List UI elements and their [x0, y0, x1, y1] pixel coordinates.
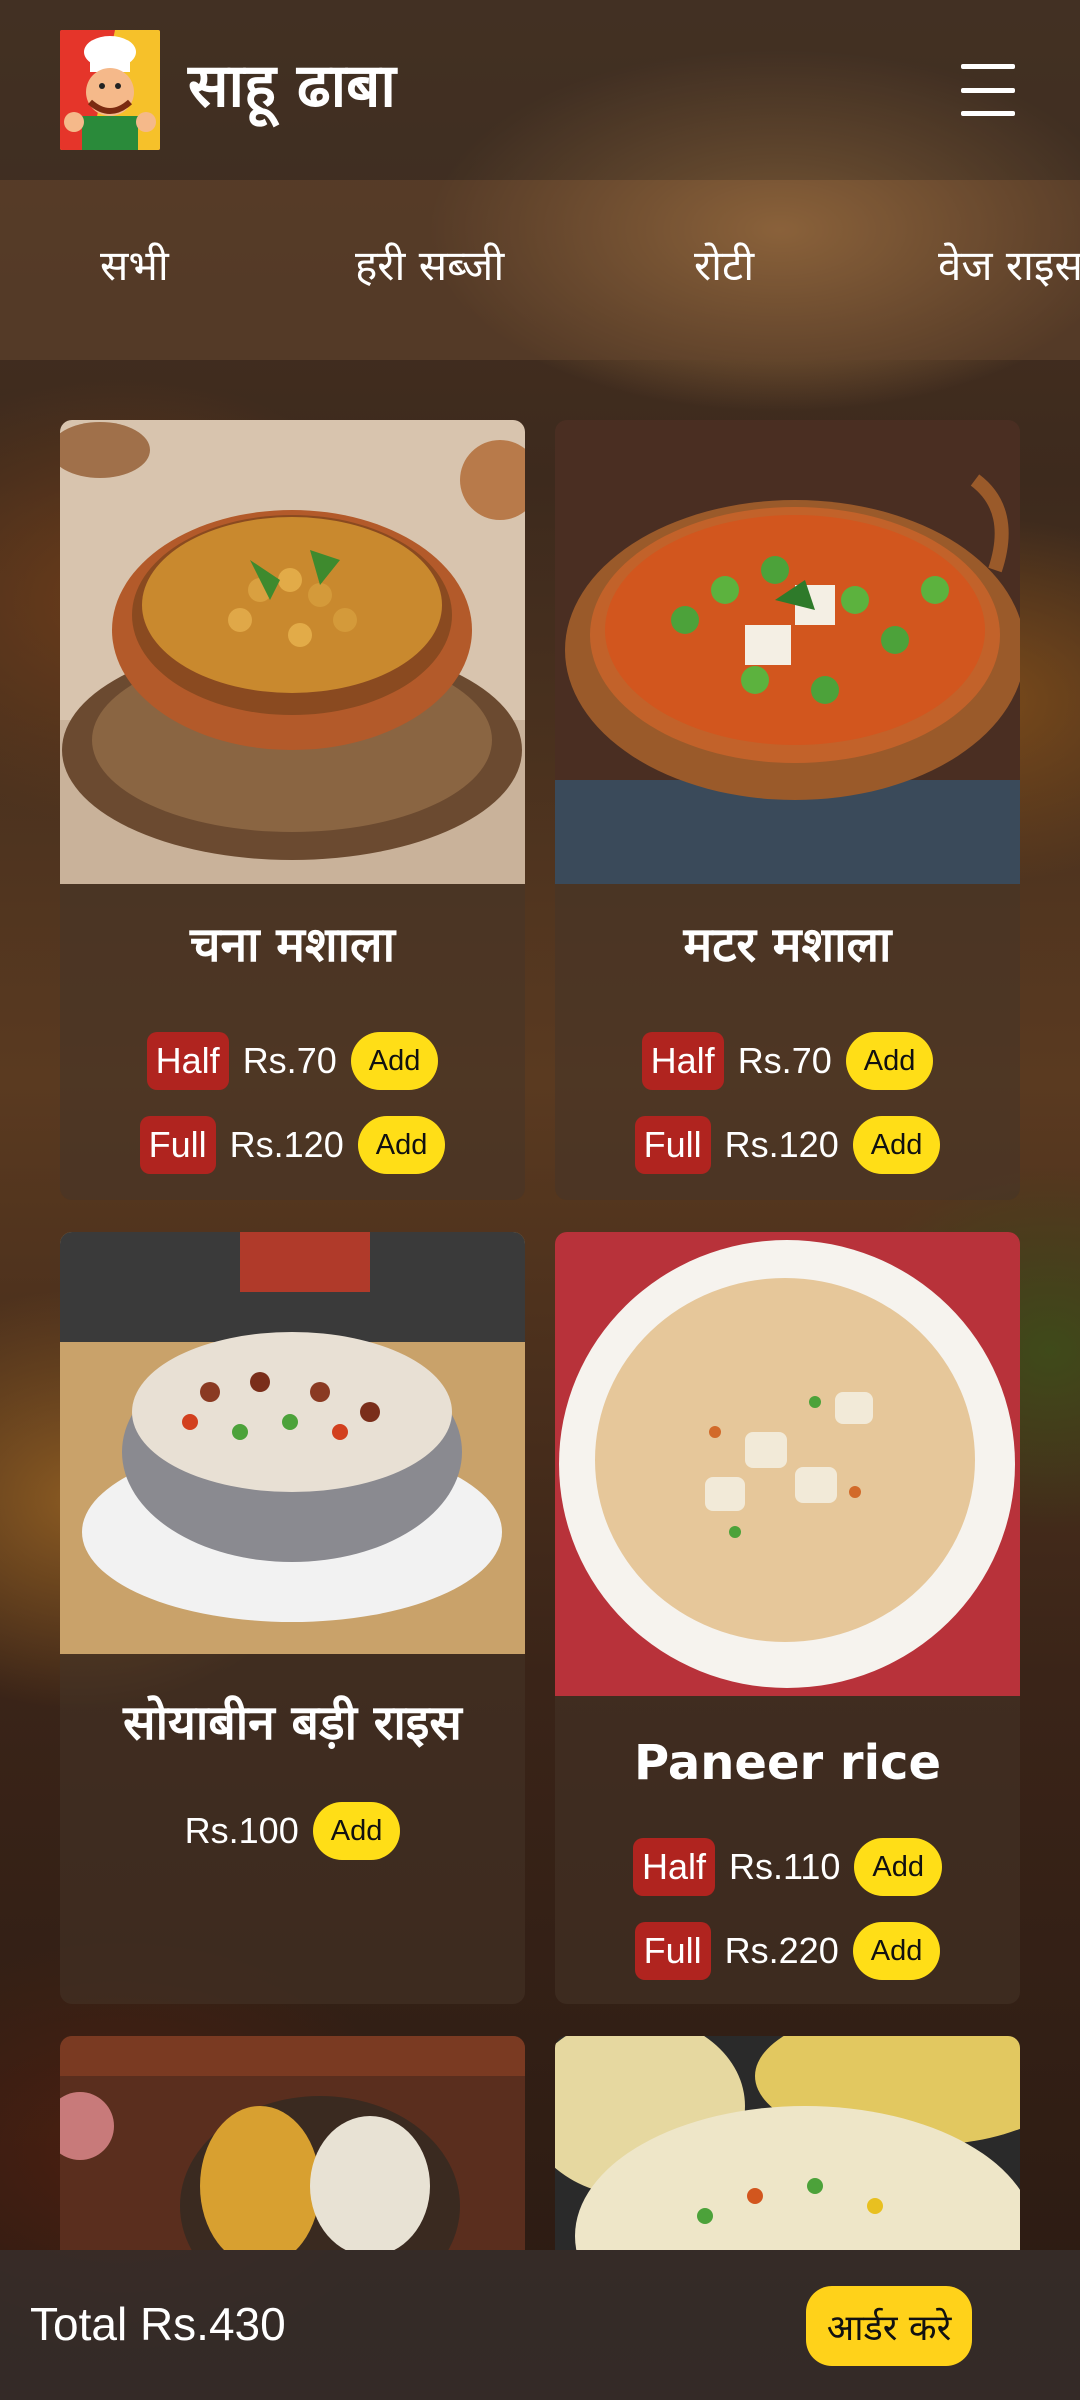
price: Rs.70	[737, 1040, 832, 1081]
price: Rs.70	[242, 1040, 337, 1081]
price: Rs.120	[724, 1124, 839, 1165]
price-row-half: Half Rs.70 Add	[60, 1030, 525, 1092]
dish-card: Paneer rice Half Rs.110 Add Full Rs.220 …	[555, 1232, 1020, 2004]
add-button[interactable]: Add	[852, 1116, 941, 1174]
brand-title: साहू ढाबा	[188, 51, 396, 121]
app-header: साहू ढाबा	[0, 0, 1080, 180]
price: Rs.100	[184, 1810, 299, 1851]
dish-card: सोयाबीन बड़ी राइस Rs.100 Add	[60, 1232, 525, 2004]
category-tabs: सभी हरी सब्जी रोटी वेज राइस	[0, 180, 1080, 360]
chef-mascot-icon[interactable]	[60, 30, 160, 150]
add-button[interactable]: Add	[312, 1802, 401, 1860]
price-row-full: Full Rs.120 Add	[60, 1114, 525, 1176]
price: Rs.120	[229, 1124, 344, 1165]
price-row-half: Half Rs.110 Add	[555, 1836, 1020, 1898]
portion-tag: Half	[146, 1032, 229, 1090]
price: Rs.220	[724, 1930, 839, 1971]
tab-all[interactable]: सभी	[100, 236, 169, 296]
dish-name: Paneer rice	[633, 1735, 942, 1791]
price-row-full: Full Rs.120 Add	[555, 1114, 1020, 1176]
price-row-full: Full Rs.220 Add	[555, 1920, 1020, 1982]
price-row-half: Half Rs.70 Add	[555, 1030, 1020, 1092]
cart-total: Total Rs.430	[30, 2298, 286, 2350]
price-row: Rs.100 Add	[60, 1800, 525, 1862]
dish-photo	[555, 2036, 1020, 2250]
hamburger-menu-icon[interactable]	[958, 60, 1018, 120]
tab-green-vegetables[interactable]: हरी सब्जी	[355, 236, 504, 296]
dish-photo	[555, 420, 1020, 884]
dish-card: मटर मशाला Half Rs.70 Add Full Rs.120 Add	[555, 420, 1020, 1200]
tab-veg-rice[interactable]: वेज राइस	[938, 236, 1080, 296]
add-button[interactable]: Add	[350, 1032, 439, 1090]
place-order-button[interactable]: आर्डर करे	[806, 2286, 972, 2366]
portion-tag: Full	[634, 1922, 711, 1980]
dish-photo	[60, 420, 525, 884]
add-button[interactable]: Add	[852, 1922, 941, 1980]
dish-name: सोयाबीन बड़ी राइस	[123, 1695, 462, 1751]
dish-name: मटर मशाला	[683, 917, 892, 973]
portion-tag: Half	[641, 1032, 724, 1090]
dish-photo	[60, 2036, 525, 2250]
add-button[interactable]: Add	[845, 1032, 934, 1090]
dish-card-partial	[60, 2036, 525, 2250]
price: Rs.110	[729, 1846, 841, 1887]
dish-photo	[60, 1232, 525, 1654]
portion-tag: Full	[634, 1116, 711, 1174]
dish-card-partial	[555, 2036, 1020, 2250]
dish-photo	[555, 1232, 1020, 1696]
portion-tag: Half	[632, 1838, 715, 1896]
add-button[interactable]: Add	[854, 1838, 943, 1896]
cart-bar: Total Rs.430 आर्डर करे	[0, 2250, 1080, 2400]
add-button[interactable]: Add	[357, 1116, 446, 1174]
portion-tag: Full	[139, 1116, 216, 1174]
dish-name: चना मशाला	[189, 917, 395, 973]
dish-card: चना मशाला Half Rs.70 Add Full Rs.120 Add	[60, 420, 525, 1200]
tab-roti[interactable]: रोटी	[694, 236, 754, 296]
